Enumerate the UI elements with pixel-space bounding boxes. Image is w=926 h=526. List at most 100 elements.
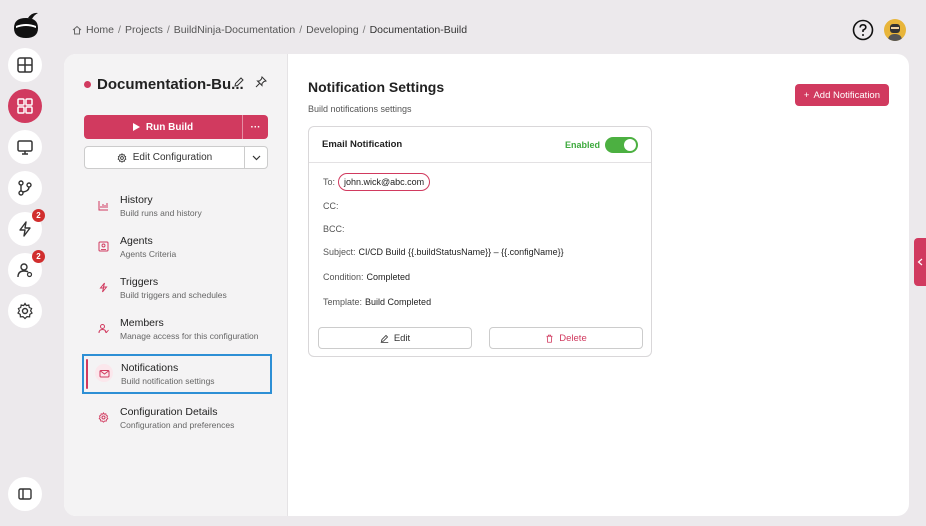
- edit-configuration-group: Edit Configuration: [84, 146, 268, 169]
- condition-value: Completed: [366, 272, 411, 282]
- nav-item-subtitle: Build triggers and schedules: [120, 290, 227, 300]
- subject-row: Subject: CI/CD Build {{.buildStatusName}…: [323, 247, 564, 257]
- gear-icon: [94, 408, 112, 426]
- enabled-toggle[interactable]: [605, 136, 638, 153]
- layout-icon: [17, 57, 33, 73]
- run-build-button[interactable]: Run Build: [84, 115, 243, 139]
- help-icon[interactable]: [852, 19, 874, 41]
- grid-icon: [17, 98, 33, 114]
- config-nav: History Build runs and history Agents Agen…: [82, 190, 272, 443]
- nav-item-triggers[interactable]: Triggers Build triggers and schedules: [84, 272, 270, 305]
- breadcrumb-home[interactable]: Home: [86, 24, 114, 36]
- page-title: Notification Settings: [308, 79, 445, 95]
- user-avatar-icon: [888, 24, 902, 41]
- config-sidebar: Documentation-Bu... Run Build ··· Edit C…: [64, 54, 288, 516]
- template-row: Template: Build Completed: [323, 297, 431, 307]
- breadcrumb-separator: /: [362, 24, 366, 36]
- nav-item-title: Configuration Details: [120, 406, 218, 418]
- chevron-down-icon: [252, 155, 260, 160]
- bcc-row: BCC:: [323, 224, 345, 234]
- users-badge: 2: [32, 250, 45, 263]
- nav-item-configuration-details[interactable]: Configuration Details Configuration and p…: [84, 402, 270, 435]
- builds-nav[interactable]: 2: [8, 209, 45, 246]
- condition-label: Condition:: [323, 272, 364, 282]
- nav-item-history[interactable]: History Build runs and history: [84, 190, 270, 223]
- sidebar-toggle[interactable]: [8, 477, 42, 511]
- home-icon: [72, 25, 82, 35]
- main-panel: Documentation-Bu... Run Build ··· Edit C…: [64, 54, 909, 516]
- nav-item-subtitle: Configuration and preferences: [120, 420, 235, 430]
- edit-configuration-button[interactable]: Edit Configuration: [85, 147, 245, 168]
- subject-value: CI/CD Build {{.buildStatusName}} – {{.co…: [358, 247, 564, 257]
- nav-item-agents[interactable]: Agents Agents Criteria: [84, 231, 270, 264]
- breadcrumb-projects[interactable]: Projects: [125, 24, 163, 36]
- to-label: To:: [323, 177, 336, 187]
- run-options-button[interactable]: ···: [243, 115, 268, 139]
- nav-item-subtitle: Build runs and history: [120, 208, 202, 218]
- breadcrumb: Home / Projects / BuildNinja-Documentati…: [72, 24, 467, 36]
- nav-item-notifications[interactable]: Notifications Build notification settings: [82, 354, 272, 394]
- enabled-label: Enabled: [564, 139, 600, 150]
- left-rail: 2 2: [0, 0, 52, 526]
- breadcrumb-separator: /: [299, 24, 303, 36]
- breadcrumb-separator: /: [166, 24, 170, 36]
- recipient-chip: john.wick@abc.com: [338, 173, 431, 191]
- gear-icon: [117, 152, 127, 163]
- edit-label: Edit: [393, 332, 411, 344]
- run-build-label: Run Build: [145, 121, 194, 133]
- app-logo[interactable]: [10, 10, 42, 42]
- subject-label: Subject:: [323, 247, 356, 257]
- lightning-icon: [19, 221, 31, 237]
- breadcrumb-separator: /: [118, 24, 121, 36]
- edit-button[interactable]: Edit: [318, 327, 472, 349]
- nav-item-title: History: [120, 194, 153, 206]
- monitor-nav[interactable]: [8, 130, 42, 164]
- settings-nav[interactable]: [8, 294, 42, 328]
- to-row: To: john.wick@abc.com: [323, 173, 431, 191]
- agent-icon: [94, 237, 112, 255]
- nav-item-title: Members: [120, 317, 164, 329]
- config-title: Documentation-Bu...: [84, 76, 244, 93]
- title-actions: [233, 76, 267, 88]
- add-notification-label: Add Notification: [813, 89, 880, 101]
- edit-configuration-label: Edit Configuration: [132, 152, 213, 163]
- cc-row: CC:: [323, 201, 339, 211]
- pencil-icon: [380, 334, 389, 343]
- plus-icon: +: [803, 89, 810, 101]
- enabled-toggle-group: Enabled: [564, 136, 638, 153]
- play-icon: [132, 123, 140, 131]
- breadcrumb-project[interactable]: BuildNinja-Documentation: [174, 24, 295, 36]
- users-nav[interactable]: 2: [8, 250, 45, 287]
- pencil-icon[interactable]: [233, 76, 245, 88]
- chevron-left-icon: [917, 258, 923, 266]
- nav-item-subtitle: Manage access for this configuration: [120, 331, 259, 341]
- gear-icon: [17, 302, 33, 320]
- mail-icon: [95, 364, 113, 382]
- user-settings-icon: [17, 263, 33, 278]
- avatar[interactable]: [884, 19, 906, 41]
- cc-label: CC:: [323, 201, 339, 211]
- chart-icon: [94, 196, 112, 214]
- condition-row: Condition: Completed: [323, 272, 410, 282]
- delete-button[interactable]: Delete: [489, 327, 643, 349]
- pin-icon[interactable]: [255, 76, 267, 88]
- breadcrumb-branch[interactable]: Developing: [306, 24, 359, 36]
- nav-item-members[interactable]: Members Manage access for this configurat…: [84, 313, 270, 346]
- edit-configuration-dropdown[interactable]: [245, 147, 267, 168]
- notification-content: Notification Settings Build notification…: [308, 54, 909, 516]
- nav-item-title: Notifications: [121, 362, 179, 374]
- dashboard-nav[interactable]: [8, 48, 42, 82]
- nav-item-title: Triggers: [120, 276, 159, 288]
- projects-nav[interactable]: [8, 89, 42, 123]
- monitor-icon: [17, 140, 33, 155]
- sidebar-icon: [18, 488, 32, 500]
- status-dot: [84, 81, 91, 88]
- vcs-nav[interactable]: [8, 171, 42, 205]
- template-value: Build Completed: [365, 297, 432, 307]
- right-panel-toggle[interactable]: [914, 238, 926, 286]
- template-label: Template:: [323, 297, 363, 307]
- top-bar: Home / Projects / BuildNinja-Documentati…: [52, 0, 926, 54]
- page-subtitle: Build notifications settings: [308, 104, 412, 114]
- config-name: Documentation-Bu...: [97, 76, 244, 93]
- add-notification-button[interactable]: + Add Notification: [794, 84, 889, 106]
